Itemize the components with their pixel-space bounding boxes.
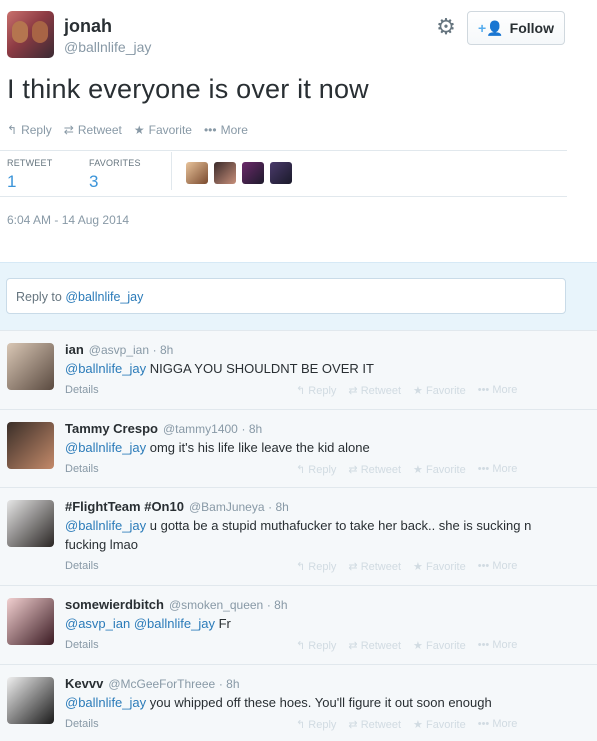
more-action[interactable]: ••• More [478,384,518,397]
reply-tweet[interactable]: ian @asvp_ian · 8h @ballnlife_jay NIGGA Y… [0,330,597,409]
author-handle[interactable]: @ballnlife_jay [64,39,151,55]
reply-action[interactable]: ↰ Reply [296,463,336,476]
retweet-count[interactable]: 1 [7,172,16,192]
more-action[interactable]: ••• More [478,639,518,652]
favoriter-avatar[interactable] [242,162,264,184]
retweet-icon: ⇄ [63,123,74,137]
follow-label: Follow [509,20,554,36]
reply-text: @ballnlife_jay you whipped off these hoe… [65,695,492,710]
favorite-action[interactable]: ★ Favorite [413,463,466,476]
reply-actions: ↰ Reply ⇄ Retweet ★ Favorite ••• More [296,718,517,731]
favorite-action[interactable]: ★ Favorite [134,123,192,137]
reply-action[interactable]: ↰ Reply [7,123,52,137]
more-action[interactable]: ••• More [478,718,518,731]
avatar[interactable] [7,598,54,645]
retweet-stat-label: RETWEET [7,158,53,168]
reply-actions: ↰ Reply ⇄ Retweet ★ Favorite ••• More [296,560,517,573]
stats-divider [171,152,172,190]
details-link[interactable]: Details [65,639,99,651]
reply-tweet[interactable]: Tammy Crespo @tammy1400 · 8h @ballnlife_j… [0,409,597,487]
divider [0,196,567,197]
avatar[interactable] [7,500,54,547]
more-action[interactable]: ••• More [204,123,248,137]
reply-tweet[interactable]: Kevvv @McGeeForThreee · 8h @ballnlife_jay… [0,664,597,741]
favorites-count[interactable]: 3 [89,172,98,192]
details-link[interactable]: Details [65,463,99,475]
favorite-action[interactable]: ★ Favorite [413,718,466,731]
favorite-action[interactable]: ★ Favorite [413,560,466,573]
author-avatar[interactable] [7,11,54,58]
reply-action[interactable]: ↰ Reply [296,560,336,573]
reply-author: #FlightTeam #On10 @BamJuneya · 8h [65,499,289,514]
favorite-action[interactable]: ★ Favorite [413,639,466,652]
reply-text: @ballnlife_jay u gotta be a stupid mutha… [65,518,532,552]
reply-tweet[interactable]: somewierdbitch @smoken_queen · 8h @asvp_i… [0,585,597,664]
star-icon: ★ [133,123,145,137]
retweet-action[interactable]: ⇄ Retweet [348,639,401,652]
favoriter-avatar[interactable] [186,162,208,184]
retweet-action[interactable]: ⇄ Retweet [348,463,401,476]
details-link[interactable]: Details [65,560,99,572]
reply-text: @asvp_ian @ballnlife_jay Fr [65,616,231,631]
favorite-action[interactable]: ★ Favorite [413,384,466,397]
more-action[interactable]: ••• More [478,560,518,573]
follow-button[interactable]: +👤 Follow [467,11,565,45]
more-icon: ••• [203,123,217,137]
reply-actions: ↰ Reply ⇄ Retweet ★ Favorite ••• More [296,463,517,476]
reply-text: @ballnlife_jay NIGGA YOU SHOULDNT BE OVE… [65,361,374,376]
gear-icon[interactable]: ⚙ [435,16,457,38]
favoriter-avatar[interactable] [214,162,236,184]
reply-author: Tammy Crespo @tammy1400 · 8h [65,421,263,436]
favoriter-avatar[interactable] [270,162,292,184]
reply-text: @ballnlife_jay omg it's his life like le… [65,440,370,455]
add-user-icon: +👤 [478,19,504,36]
reply-input[interactable]: Reply to @ballnlife_jay [6,278,566,314]
reply-tweet[interactable]: #FlightTeam #On10 @BamJuneya · 8h @ballnl… [0,487,597,585]
reply-actions: ↰ Reply ⇄ Retweet ★ Favorite ••• More [296,639,517,652]
reply-icon: ↰ [7,123,18,137]
reply-action[interactable]: ↰ Reply [296,639,336,652]
reply-actions: ↰ Reply ⇄ Retweet ★ Favorite ••• More [296,384,517,397]
reply-author: somewierdbitch @smoken_queen · 8h [65,597,288,612]
tweet-actions: ↰ Reply ⇄ Retweet ★ Favorite ••• More [7,123,248,137]
retweet-action[interactable]: ⇄ Retweet [64,123,122,137]
tweet-text: I think everyone is over it now [7,74,369,104]
conversation-list: ian @asvp_ian · 8h @ballnlife_jay NIGGA Y… [0,330,597,741]
details-link[interactable]: Details [65,384,99,396]
retweet-action[interactable]: ⇄ Retweet [348,384,401,397]
retweet-action[interactable]: ⇄ Retweet [348,560,401,573]
author-name[interactable]: jonah [64,16,112,37]
avatar[interactable] [7,422,54,469]
avatar[interactable] [7,677,54,724]
avatar[interactable] [7,343,54,390]
reply-action[interactable]: ↰ Reply [296,384,336,397]
tweet-timestamp[interactable]: 6:04 AM - 14 Aug 2014 [7,213,129,227]
divider [0,150,567,151]
details-link[interactable]: Details [65,718,99,730]
reply-author: ian @asvp_ian · 8h [65,342,174,357]
favorites-stat-label: FAVORITES [89,158,141,168]
reply-author: Kevvv @McGeeForThreee · 8h [65,676,240,691]
more-action[interactable]: ••• More [478,463,518,476]
retweet-action[interactable]: ⇄ Retweet [348,718,401,731]
reply-action[interactable]: ↰ Reply [296,718,336,731]
